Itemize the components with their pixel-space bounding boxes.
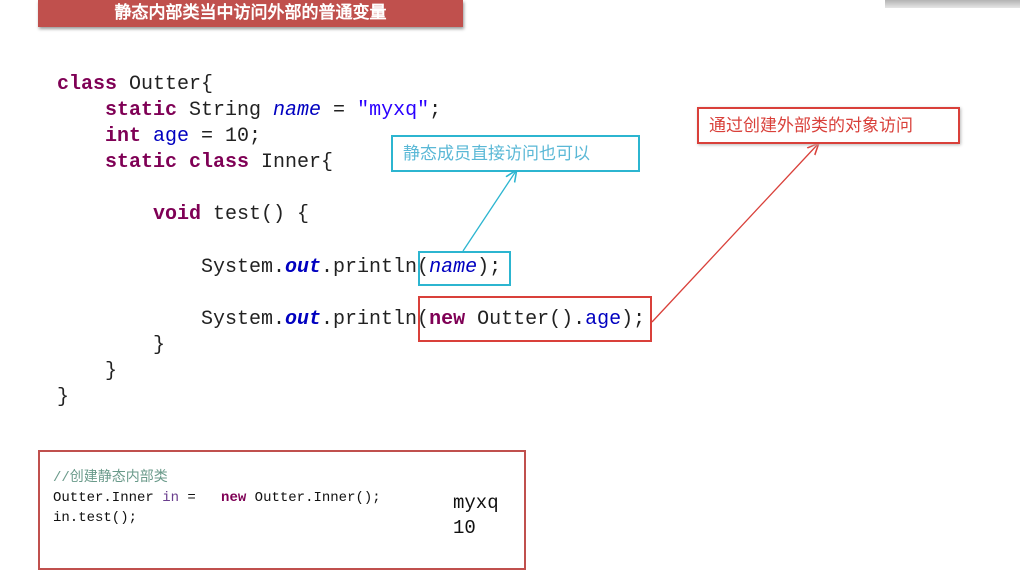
example-line-1: Outter.Inner in = new Outter.Inner(); — [53, 490, 381, 506]
callout-static-access: 静态成员直接访问也可以 — [391, 135, 640, 172]
output-line-2: 10 — [453, 517, 476, 539]
callout-object-access: 通过创建外部类的对象访问 — [697, 107, 960, 144]
example-comment: //创建静态内部类 — [53, 470, 168, 486]
output-line-1: myxq — [453, 492, 499, 514]
example-line-2: in.test(); — [53, 510, 138, 526]
blue-arrow — [462, 171, 516, 252]
red-arrow — [651, 144, 818, 323]
